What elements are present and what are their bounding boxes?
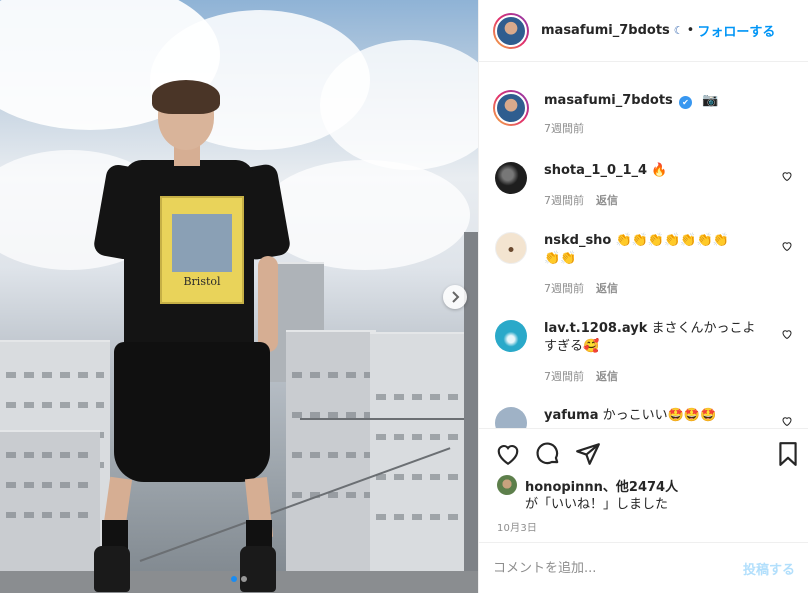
reply-button[interactable]: 返信 <box>596 370 618 383</box>
reply-button[interactable]: 返信 <box>596 194 618 207</box>
shirt-print-text: Bristol <box>183 275 221 288</box>
reply-button[interactable]: 返信 <box>596 282 618 295</box>
carousel-next-button[interactable] <box>443 285 467 309</box>
carousel-dots <box>0 576 478 582</box>
caption-time[interactable]: 7週間前 <box>544 122 584 135</box>
comment-text-cont: すぎる🥰 <box>544 339 600 354</box>
avatar[interactable] <box>495 407 527 428</box>
building <box>370 332 466 593</box>
follow-button[interactable]: フォローする <box>697 21 775 40</box>
comments-list[interactable]: masafumi_7bdots ✔ 📷 7週間前 shota_1_0_1_4 🔥… <box>479 62 808 428</box>
post-date[interactable]: 10月3日 <box>497 519 537 534</box>
comment-time[interactable]: 7週間前 <box>544 194 584 207</box>
chevron-right-icon <box>452 291 460 303</box>
share-icon[interactable] <box>575 441 601 467</box>
shirt-print: Bristol <box>160 196 244 304</box>
likes-suffix: が「いいね！」しました <box>525 497 669 512</box>
comment-text: 👏👏👏👏👏👏👏 <box>615 233 729 248</box>
avatar[interactable] <box>493 90 529 126</box>
likes-summary: honopinnn、他2474人 <box>497 475 678 495</box>
comment-username[interactable]: lav.t.1208.ayk <box>544 321 647 336</box>
bookmark-icon[interactable] <box>775 441 801 467</box>
heart-icon[interactable] <box>781 415 793 427</box>
cloud <box>320 40 478 170</box>
comment-time[interactable]: 7週間前 <box>544 282 584 295</box>
comment-username[interactable]: shota_1_0_1_4 <box>544 163 647 178</box>
post-photo[interactable]: Bristol <box>0 0 478 593</box>
avatar[interactable] <box>493 12 529 49</box>
person: Bristol <box>90 80 300 593</box>
comment-username[interactable]: yafuma <box>544 408 598 423</box>
header-username[interactable]: masafumi_7bdots <box>541 23 670 38</box>
post-header: masafumi_7bdots ☾ • フォローする <box>479 0 808 62</box>
caption-username[interactable]: masafumi_7bdots <box>544 93 673 108</box>
comment-input[interactable] <box>493 560 743 576</box>
verified-badge-icon: ✔ <box>678 96 692 109</box>
pole <box>464 232 478 593</box>
post-side-panel: masafumi_7bdots ☾ • フォローする masafumi_7bdo… <box>478 0 808 593</box>
comment-time[interactable]: 7週間前 <box>544 370 584 383</box>
add-comment-bar: 投稿する <box>479 542 808 593</box>
heart-icon[interactable] <box>781 240 793 252</box>
building <box>0 430 100 593</box>
comment-text-cont: 👏👏 <box>544 251 577 266</box>
avatar[interactable] <box>495 232 527 264</box>
comment: nskd_sho 👏👏👏👏👏👏👏 👏👏 7週間前 返信 <box>495 232 793 296</box>
caption: masafumi_7bdots ✔ 📷 7週間前 <box>493 90 793 136</box>
comment: lav.t.1208.ayk まさくんかっこよ すぎる🥰 7週間前 返信 <box>495 320 793 384</box>
camera-icon: 📷 <box>702 93 719 108</box>
comment: shota_1_0_1_4 🔥 7週間前 返信 <box>495 162 793 208</box>
comment: yafuma かっこいい🤩🤩🤩 <box>495 407 793 428</box>
comment-text: まさくんかっこよ <box>651 321 756 336</box>
moon-icon: ☾ <box>673 24 684 37</box>
carousel-dot <box>241 576 247 582</box>
post-comment-button[interactable]: 投稿する <box>743 559 795 578</box>
heart-icon[interactable] <box>495 441 521 467</box>
comment-username[interactable]: nskd_sho <box>544 233 611 248</box>
comment-text: かっこいい🤩🤩🤩 <box>602 408 717 423</box>
avatar[interactable] <box>495 162 527 194</box>
comment-icon[interactable] <box>535 441 561 467</box>
avatar[interactable] <box>495 320 527 352</box>
avatar[interactable] <box>497 475 517 495</box>
carousel-dot <box>231 576 237 582</box>
post-actions: honopinnn、他2474人 が「いいね！」しました 10月3日 <box>479 428 808 542</box>
railing <box>300 418 470 420</box>
heart-icon[interactable] <box>781 328 793 340</box>
separator-dot: • <box>686 23 695 38</box>
heart-icon[interactable] <box>781 170 793 182</box>
comment-text: 🔥 <box>651 163 668 178</box>
